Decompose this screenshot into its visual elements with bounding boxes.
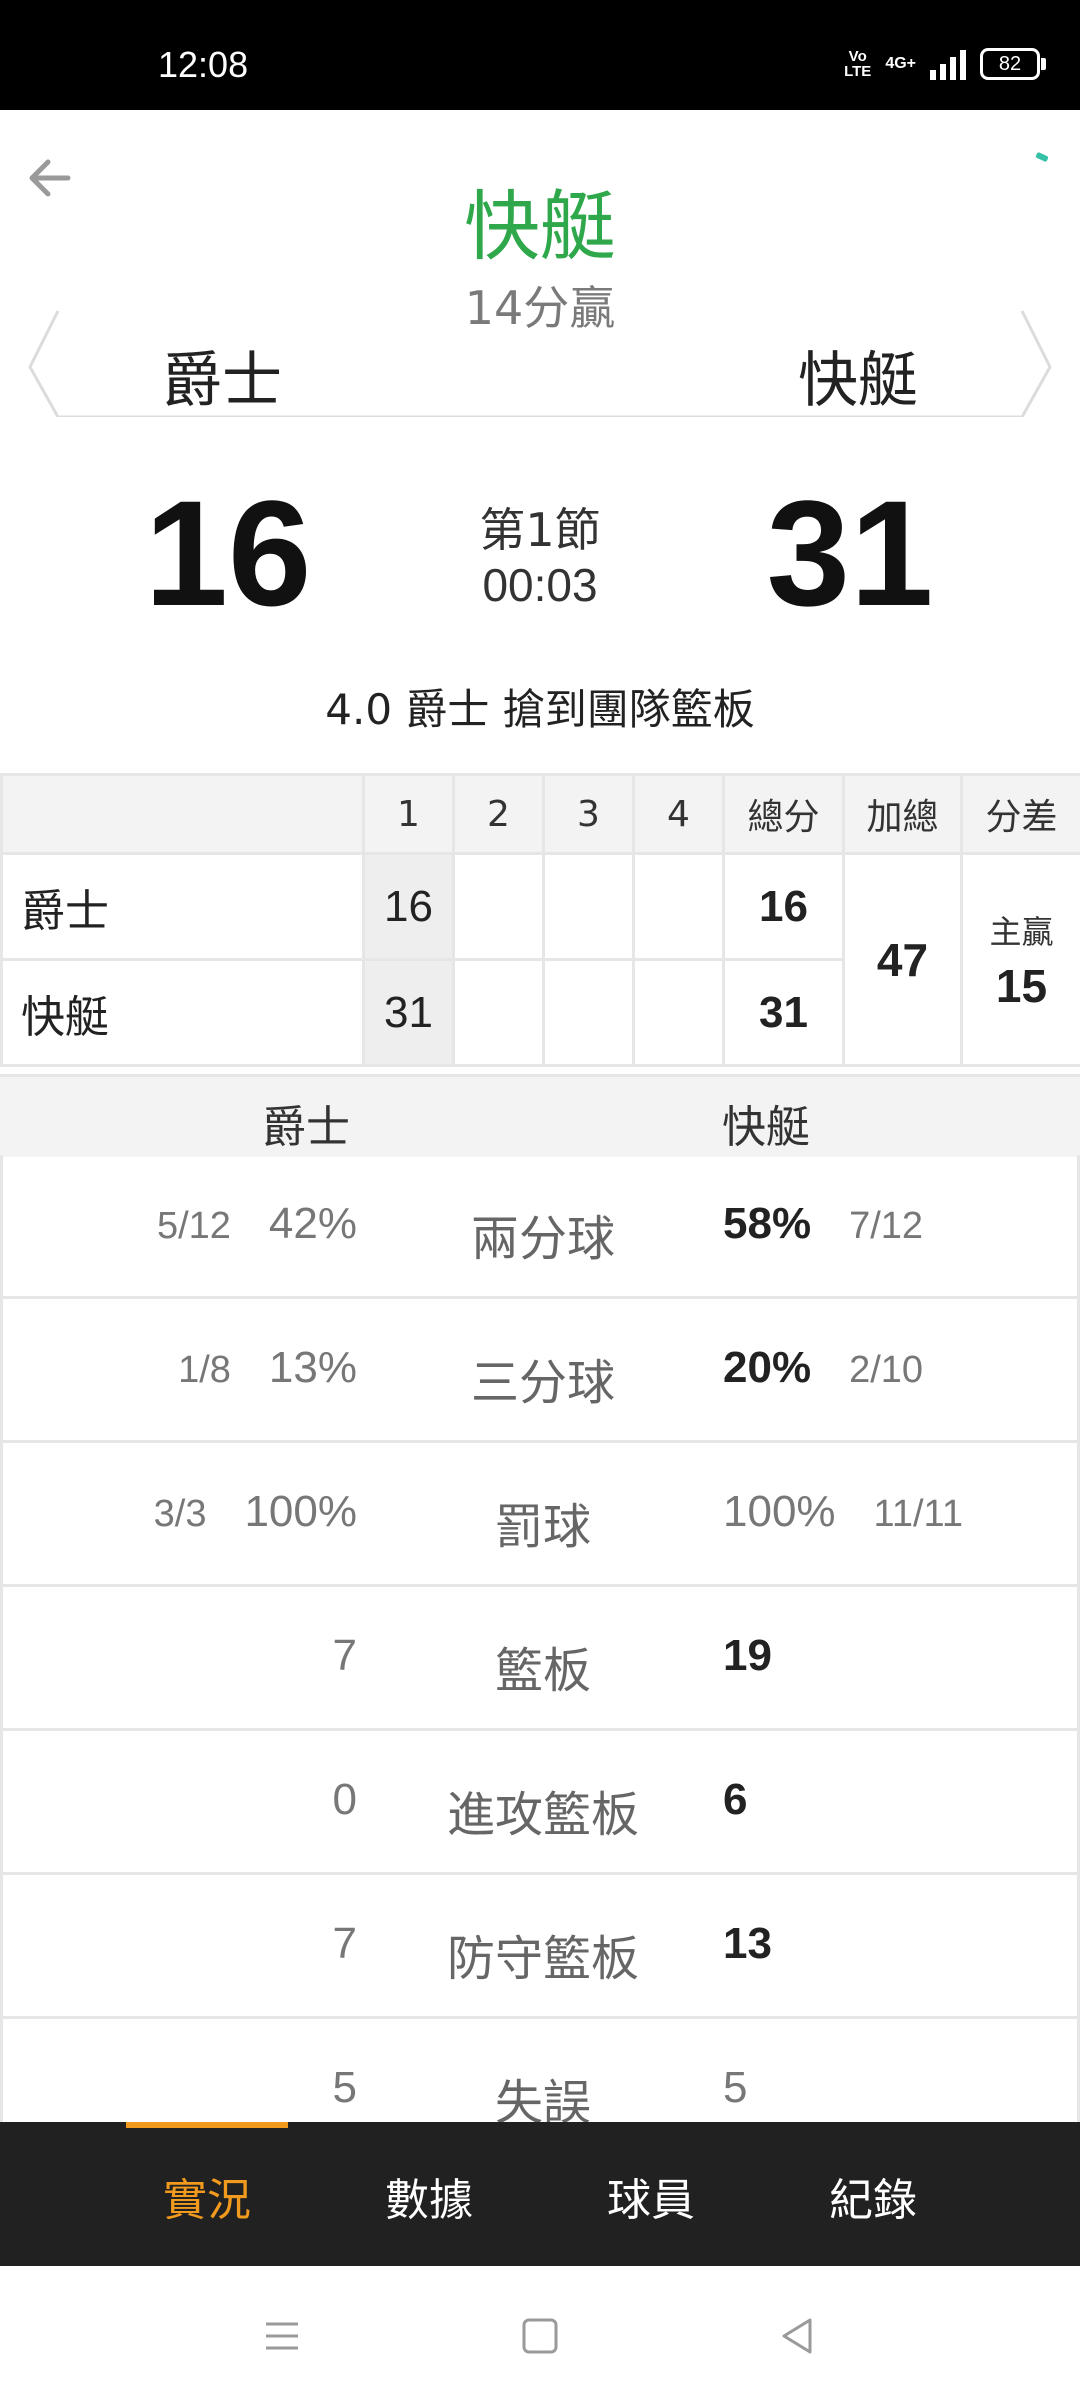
period: 第1節	[479, 503, 601, 557]
table-header-diff: 分差	[960, 773, 1080, 855]
stat-row-rebounds: 7 籃板 19	[0, 1587, 1080, 1731]
status-bar: 12:08 Vo LTE 4G+ 82	[0, 0, 1080, 110]
diff-label: 主贏	[989, 912, 1054, 951]
row-total: 16	[722, 852, 845, 961]
away-fraction: 3/3	[153, 1493, 207, 1535]
table-row: 爵士 16 16 47 主贏 15	[0, 852, 1080, 1067]
home-stat: 58% 7/12	[723, 1199, 923, 1249]
home-percent: 20%	[723, 1343, 812, 1392]
system-nav-bar	[0, 2266, 1080, 2400]
tab-live[interactable]: 實況	[96, 2164, 318, 2228]
stats-home-team: 快艇	[722, 1102, 810, 1153]
stat-label: 籃板	[494, 1643, 591, 1699]
away-stat: 0	[332, 1775, 357, 1824]
home-value: 6	[723, 1775, 748, 1824]
home-stat: 5	[723, 2063, 747, 2113]
tab-players[interactable]: 球員	[540, 2164, 762, 2228]
home-percent: 58%	[723, 1199, 812, 1248]
away-stat: 5	[332, 2063, 357, 2112]
stat-label: 防守籃板	[446, 1931, 639, 1987]
away-score: 16	[144, 469, 312, 637]
row-q3	[542, 852, 635, 961]
home-stat: 13	[723, 1919, 772, 1969]
game-clock: 00:03	[482, 559, 598, 611]
last-play: 4.0 爵士 搶到團隊籃板	[325, 685, 755, 734]
row-total: 31	[722, 958, 845, 1067]
active-tab-indicator	[126, 2122, 288, 2128]
table-header-blank	[0, 773, 365, 855]
row-q1: 16	[362, 852, 455, 961]
table-header-q3: 3	[542, 773, 635, 855]
home-value: 13	[723, 1919, 772, 1968]
stat-label: 罰球	[494, 1499, 591, 1555]
away-stat: 7	[332, 1631, 357, 1680]
stat-row-two-pointers: 5/12 42% 兩分球 58% 7/12	[0, 1155, 1080, 1299]
stat-row-offensive-rebounds: 0 進攻籃板 6	[0, 1731, 1080, 1875]
stats-away-team: 爵士	[262, 1102, 350, 1153]
stat-label: 兩分球	[470, 1211, 615, 1267]
stat-row-three-pointers: 1/8 13% 三分球 20% 2/10	[0, 1299, 1080, 1443]
row-q1: 31	[362, 958, 455, 1067]
indicator-icon	[1035, 151, 1049, 163]
nav-back-icon[interactable]	[768, 2306, 828, 2366]
quarter-score-table: 1 2 3 4 總分 加總 分差 爵士 16 16 47 主贏 15 快艇 31…	[0, 773, 1080, 1067]
bottom-tab-bar: 實況 數據 球員 紀錄	[0, 2122, 1080, 2266]
stat-label: 進攻籃板	[446, 1787, 639, 1843]
row-q2	[452, 852, 545, 961]
home-stat: 19	[723, 1631, 772, 1681]
home-fraction: 11/11	[873, 1493, 963, 1535]
score-diff: 主贏 15	[960, 852, 1080, 1067]
stats-list: 5/12 42% 兩分球 58% 7/12 1/8 13% 三分球 20% 2/10 3…	[0, 1155, 1080, 2163]
table-header-row: 1 2 3 4 總分 加總 分差	[0, 773, 1080, 855]
tab-records[interactable]: 紀錄	[762, 2164, 984, 2228]
stat-label: 三分球	[470, 1355, 615, 1411]
home-value: 19	[723, 1631, 772, 1680]
home-stat: 6	[723, 1775, 747, 1825]
network-type: 4G+	[885, 55, 916, 72]
table-header-combined: 加總	[842, 773, 963, 855]
tab-stats[interactable]: 數據	[318, 2164, 540, 2228]
volte-icon: Vo LTE	[844, 48, 872, 80]
away-team-name[interactable]: 爵士	[162, 332, 282, 419]
stat-row-free-throws: 3/3 100% 罰球 100% 11/11	[0, 1443, 1080, 1587]
home-score: 31	[766, 469, 934, 637]
row-q4	[632, 852, 725, 961]
row-q3	[542, 958, 635, 1067]
stat-row-defensive-rebounds: 7 防守籃板 13	[0, 1875, 1080, 2019]
menu-icon[interactable]	[252, 2306, 312, 2366]
diff-value: 15	[995, 959, 1048, 1012]
status-icons: Vo LTE 4G+ 82	[844, 44, 1046, 84]
stats-header: 爵士 快艇	[0, 1074, 1080, 1157]
table-header-q2: 2	[452, 773, 545, 855]
away-stat: 1/8 13%	[178, 1343, 357, 1393]
status-time: 12:08	[158, 44, 249, 85]
home-fraction: 2/10	[849, 1349, 924, 1391]
row-q2	[452, 958, 545, 1067]
home-value: 5	[723, 2063, 748, 2112]
row-q4	[632, 958, 725, 1067]
away-fraction: 5/12	[156, 1205, 231, 1247]
away-percent: 13%	[268, 1343, 357, 1392]
home-team-name[interactable]: 快艇	[798, 332, 918, 419]
combined-total: 47	[842, 852, 963, 1067]
table-header-q1: 1	[362, 773, 455, 855]
row-team-name: 爵士	[0, 852, 365, 961]
home-fraction: 7/12	[849, 1205, 924, 1247]
away-percent: 100%	[244, 1487, 357, 1536]
away-stat: 7	[332, 1919, 357, 1968]
away-fraction: 1/8	[178, 1349, 231, 1391]
battery-icon: 82	[980, 48, 1046, 80]
table-header-q4: 4	[632, 773, 725, 855]
signal-icon	[930, 48, 966, 80]
row-team-name: 快艇	[0, 958, 365, 1067]
away-stat: 3/3 100%	[154, 1487, 357, 1537]
home-percent: 100%	[723, 1487, 836, 1536]
table-header-total: 總分	[722, 773, 845, 855]
away-stat: 5/12 42%	[157, 1199, 357, 1249]
home-stat: 20% 2/10	[723, 1343, 923, 1393]
home-stat: 100% 11/11	[723, 1487, 963, 1537]
home-icon[interactable]	[510, 2306, 570, 2366]
winner-team: 快艇	[464, 182, 616, 271]
away-percent: 42%	[268, 1199, 357, 1248]
